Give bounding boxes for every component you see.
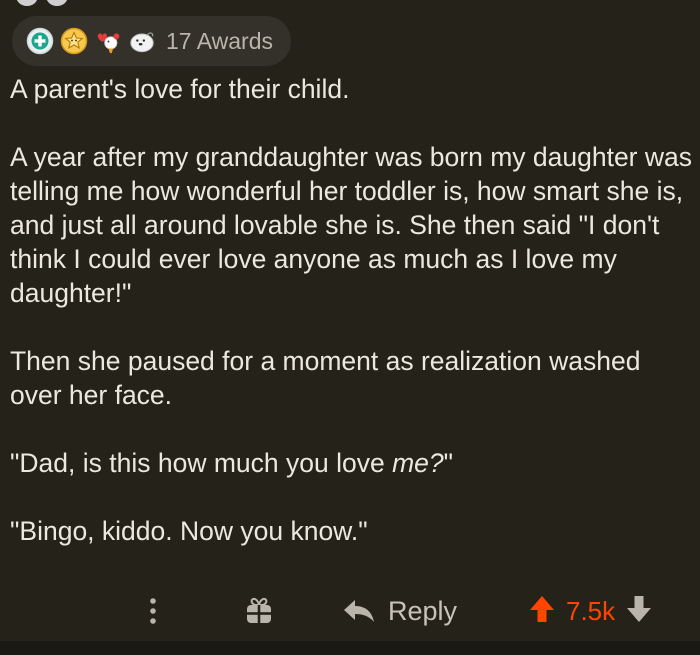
comment-action-bar: Reply 7.5k — [0, 585, 700, 637]
downvote-arrow-icon — [627, 595, 652, 622]
awards-count: 17 Awards — [166, 27, 273, 54]
comment-paragraph: A parent's love for their child. — [10, 74, 350, 104]
more-options-button[interactable] — [146, 591, 160, 631]
avatar-edge — [16, 0, 38, 6]
bottom-divider — [0, 641, 700, 655]
helpful-award-icon — [26, 27, 54, 55]
reply-button[interactable]: Reply — [342, 591, 457, 631]
reply-label: Reply — [388, 595, 458, 626]
score-label: 7.5k — [566, 595, 616, 626]
wholesome-award-icon — [60, 27, 88, 55]
reply-arrow-icon — [344, 600, 374, 622]
quote-text: "Dad, is this how much you love — [10, 448, 393, 478]
avatar-edge — [46, 0, 68, 6]
upvote-arrow-icon — [530, 595, 554, 622]
vote-group: 7.5k — [528, 591, 653, 631]
heartwarming-award-icon — [94, 27, 122, 55]
comment-paragraph: "Dad, is this how much you love me?" — [10, 446, 694, 480]
comment-paragraph: "Bingo, kiddo. Now you know." — [10, 516, 368, 546]
comment-paragraph: A year after my granddaughter was born m… — [10, 142, 692, 308]
comment-body: A parent's love for their child. A year … — [10, 72, 694, 548]
previous-content-clip — [0, 0, 700, 8]
awards-bar[interactable]: 17 Awards — [12, 16, 291, 66]
quote-end: " — [443, 448, 454, 478]
upvote-button[interactable] — [528, 594, 556, 629]
emphasized-text: me? — [392, 448, 444, 478]
comment-paragraph: Then she paused for a moment as realizat… — [10, 346, 641, 410]
gift-icon — [247, 597, 271, 623]
give-award-button[interactable] — [244, 591, 274, 631]
downvote-button[interactable] — [625, 594, 653, 629]
seal-award-icon — [128, 27, 156, 55]
more-vertical-icon — [150, 598, 156, 624]
